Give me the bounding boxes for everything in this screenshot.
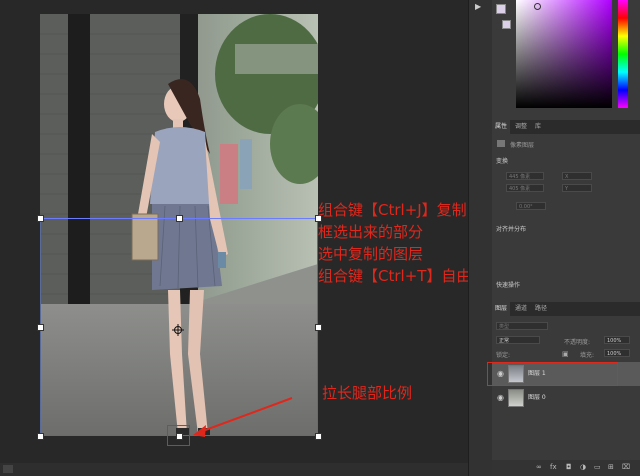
annotation-leg-note: 拉长腿部比例 [322,384,413,402]
tab-paths[interactable]: 路径 [532,302,550,316]
annotation-line-3: 选中复制的图层 [318,245,424,263]
layer-row-0[interactable]: ◉ 图层 0 [492,386,640,410]
angle-field[interactable]: 0.00° [516,202,546,210]
fx-icon[interactable]: fx [550,463,557,471]
layers-panel: 图层 通道 路径 类型 正常 不透明度: 100% 锁定: 填充: 100% ▣… [487,302,640,476]
annotation-line-2: 框选出来的部分 [318,223,424,241]
y-field[interactable]: Y [562,184,592,192]
trash-icon[interactable]: ⌧ [622,463,630,471]
foreground-swatch[interactable] [496,4,506,14]
doc-type-label: 像素图层 [510,142,535,149]
right-panels: 属性 调整 库 像素图层 变换 445 像素 405 像素 X Y 0.00° … [487,0,640,476]
height-field[interactable]: 405 像素 [506,184,544,192]
color-field[interactable] [516,0,612,108]
layer-filter-input[interactable]: 类型 [496,322,548,330]
tab-layers[interactable]: 图层 [492,302,511,316]
lock-icon[interactable]: ▣ [562,350,569,358]
folder-icon[interactable]: ▭ [594,463,601,471]
align-section-title[interactable]: 对齐并分布 [496,224,526,233]
hue-slider[interactable] [618,0,628,108]
mask-icon[interactable]: ◘ [566,463,572,471]
opacity-field[interactable]: 100% [604,336,630,344]
color-picker [492,0,640,118]
status-scroll-icon[interactable] [3,465,13,473]
color-picker-cursor[interactable] [534,3,541,10]
transform-section-title[interactable]: 变换 [496,156,508,165]
properties-panel: 属性 调整 库 像素图层 变换 445 像素 405 像素 X Y 0.00° … [492,120,640,300]
width-field[interactable]: 445 像素 [506,172,544,180]
play-icon[interactable]: ▶ [475,2,481,11]
leg-arrow-head [193,425,206,437]
blend-mode-select[interactable]: 正常 [496,336,540,344]
x-field[interactable]: X [562,172,592,180]
lock-label: 锁定: [496,352,511,359]
pixel-layer-icon [497,140,505,147]
eye-icon[interactable]: ◉ [497,394,504,402]
tab-adjustments[interactable]: 调整 [512,120,530,134]
new-layer-icon[interactable]: ⊞ [608,463,614,471]
layer-thumbnail [508,389,524,407]
leg-arrow-line [199,397,293,433]
annotation-line-1: 组合键【Ctrl+J】复制 [318,201,467,219]
layers-bottom-bar: ∞ fx ◘ ◑ ▭ ⊞ ⌧ [492,460,640,476]
status-bar [0,463,468,476]
tab-channels[interactable]: 通道 [512,302,530,316]
background-swatch[interactable] [502,20,511,29]
link-icon[interactable]: ∞ [536,463,542,471]
selected-layer-highlight [487,362,618,386]
quick-actions-title[interactable]: 快速操作 [496,280,520,289]
opacity-label: 不透明度: [564,339,591,346]
tab-libraries[interactable]: 库 [532,120,544,134]
fill-field[interactable]: 100% [604,349,630,357]
adjust-icon[interactable]: ◑ [580,463,586,471]
tab-properties[interactable]: 属性 [492,120,511,134]
layer-name[interactable]: 图层 0 [528,394,546,402]
panel-dock-strip: ▶ [468,0,493,476]
fill-label: 填充: [580,352,595,359]
